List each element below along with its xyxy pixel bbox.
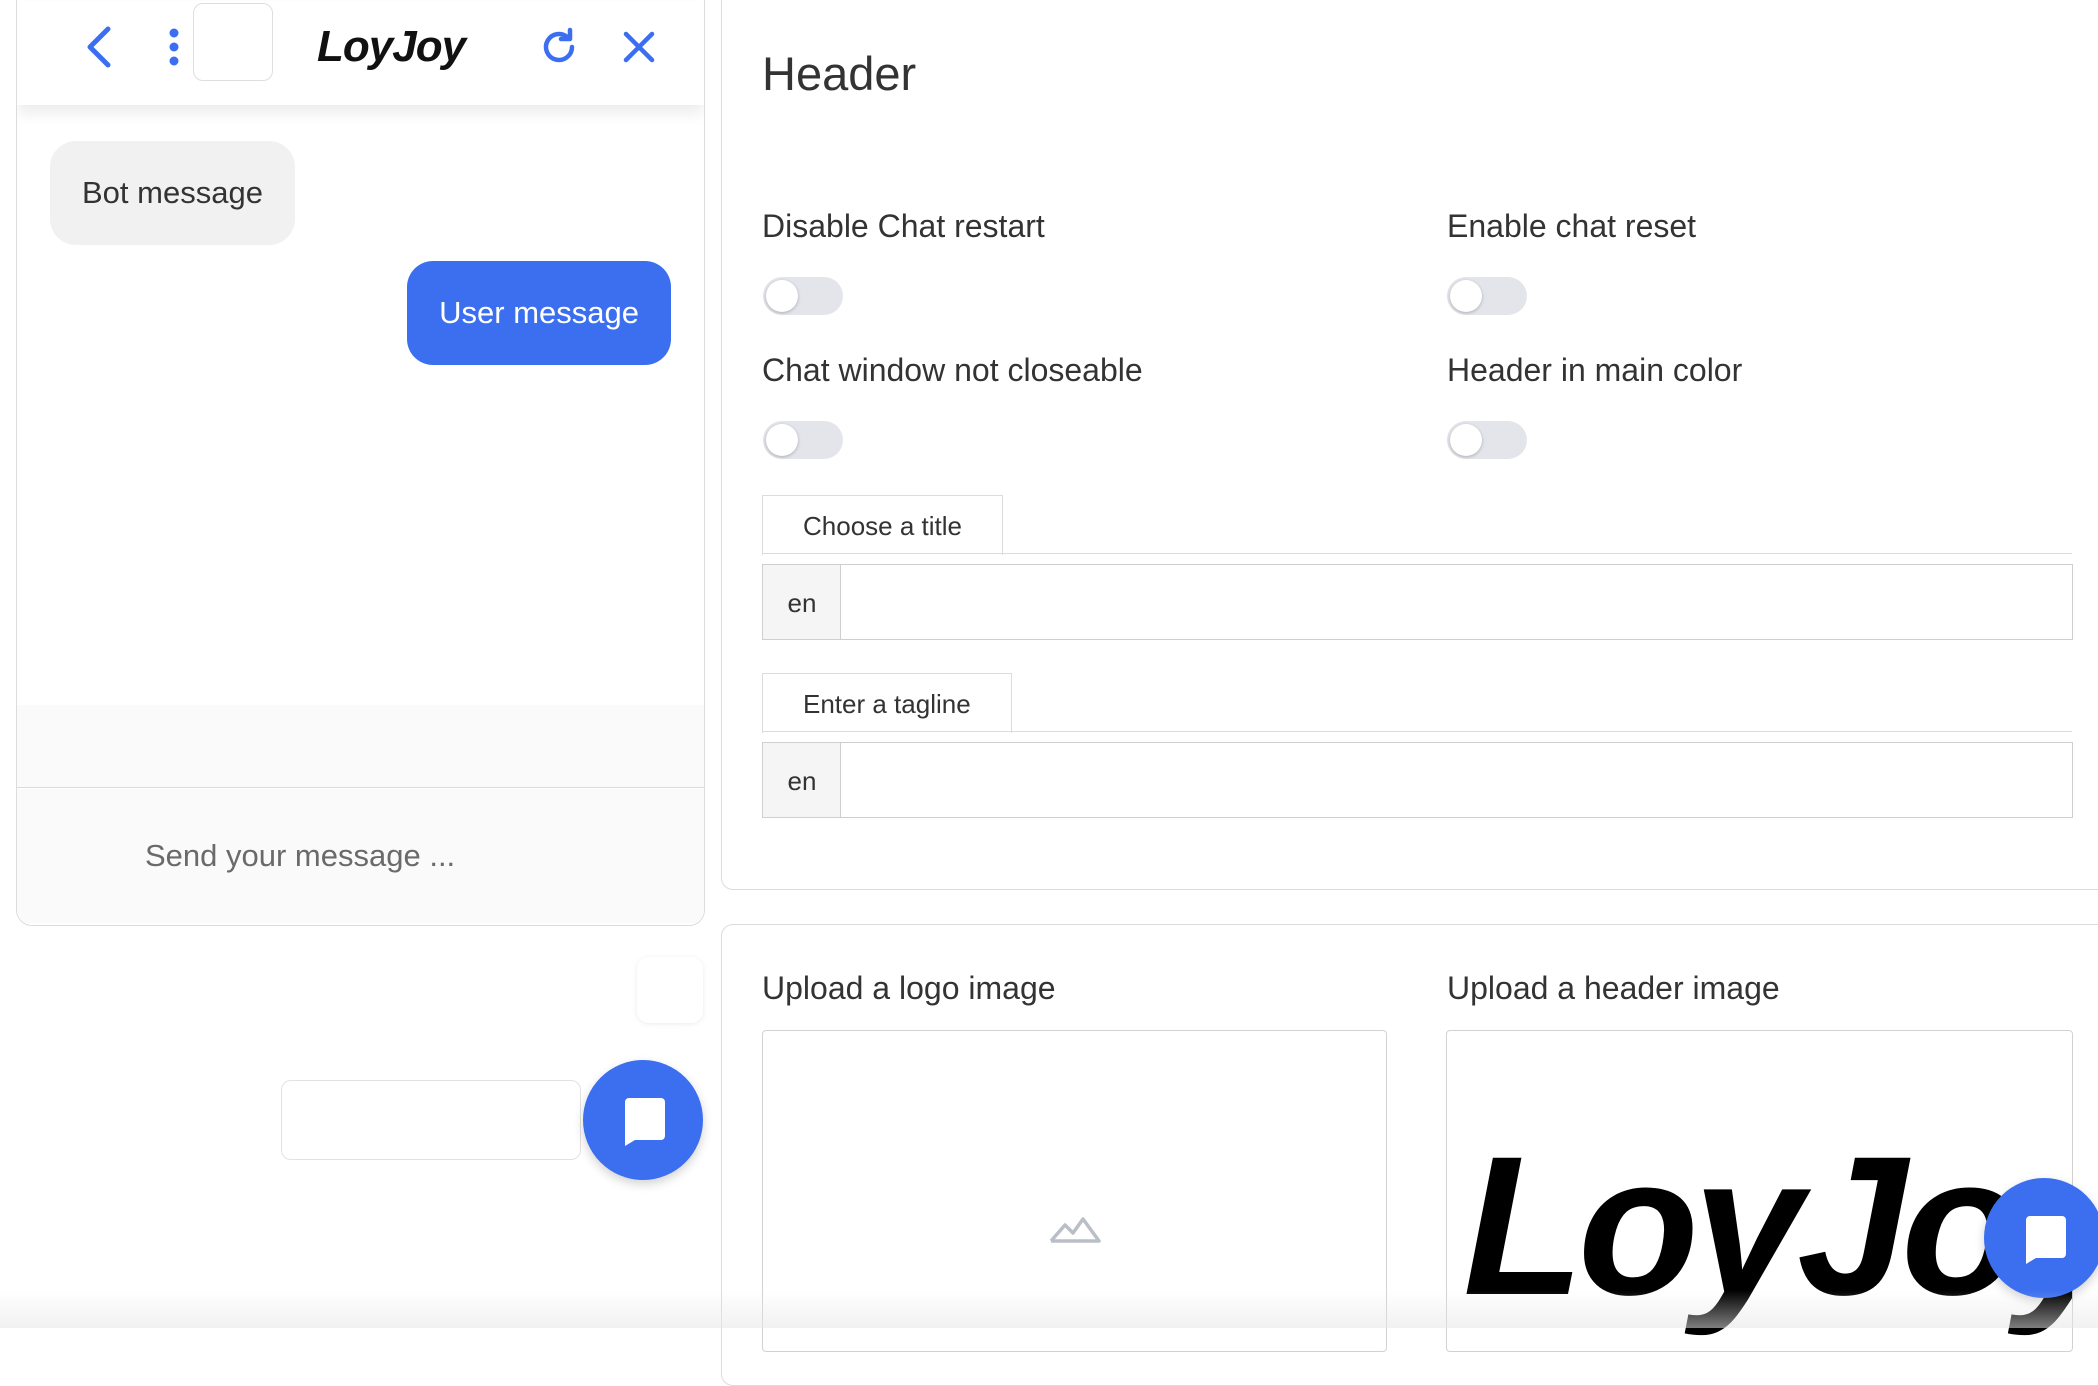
message-input[interactable] xyxy=(17,789,704,923)
image-placeholder-icon xyxy=(1049,1217,1101,1243)
avatar-placeholder xyxy=(193,3,273,81)
disable-chat-restart-toggle[interactable] xyxy=(763,277,843,315)
chat-messages: Bot message User message xyxy=(17,105,704,705)
chat-bubble-icon xyxy=(2026,1216,2066,1264)
close-icon xyxy=(623,31,655,63)
scroll-fade xyxy=(0,1290,2098,1328)
notification-card xyxy=(637,957,703,1023)
chat-not-closeable-label: Chat window not closeable xyxy=(762,352,1143,388)
upload-logo-label: Upload a logo image xyxy=(762,970,1056,1006)
launcher-teaser[interactable] xyxy=(281,1080,581,1160)
upload-header-label: Upload a header image xyxy=(1447,970,1780,1006)
toggle-knob xyxy=(766,424,798,456)
tab-enter-tagline[interactable]: Enter a tagline xyxy=(762,673,1012,733)
quick-replies-area xyxy=(17,705,704,788)
page-title: Header xyxy=(762,47,917,100)
tagline-language-tag: en xyxy=(762,742,842,818)
user-message-bubble: User message xyxy=(407,261,671,365)
restart-button[interactable] xyxy=(529,17,589,77)
back-button[interactable] xyxy=(69,17,129,77)
chat-launcher-button-secondary[interactable] xyxy=(1984,1178,2098,1298)
tab-divider xyxy=(762,553,2072,554)
toggle-knob xyxy=(766,280,798,312)
chat-bubble-icon xyxy=(625,1098,665,1146)
title-input[interactable] xyxy=(840,564,2073,640)
brand-logo: LoyJoy xyxy=(317,22,466,71)
tab-choose-title[interactable]: Choose a title xyxy=(762,495,1003,555)
refresh-icon xyxy=(543,27,575,63)
chat-header: LoyJoy xyxy=(17,1,704,105)
header-main-color-label: Header in main color xyxy=(1447,352,1743,388)
more-vertical-icon xyxy=(169,28,179,66)
toggle-knob xyxy=(1450,424,1482,456)
chat-not-closeable-toggle[interactable] xyxy=(763,421,843,459)
title-language-tag: en xyxy=(762,564,842,640)
close-button[interactable] xyxy=(609,17,669,77)
bot-message-bubble: Bot message xyxy=(50,141,295,245)
chevron-left-icon xyxy=(87,26,111,68)
header-main-color-toggle[interactable] xyxy=(1447,421,1527,459)
chat-preview-window: LoyJoy Bot message User message xyxy=(16,0,705,926)
toggle-knob xyxy=(1450,280,1482,312)
tagline-input[interactable] xyxy=(840,742,2073,818)
enable-chat-reset-label: Enable chat reset xyxy=(1447,208,1697,244)
chat-launcher-button[interactable] xyxy=(583,1060,703,1180)
enable-chat-reset-toggle[interactable] xyxy=(1447,277,1527,315)
tab-divider xyxy=(762,731,2072,732)
disable-chat-restart-label: Disable Chat restart xyxy=(762,208,1045,244)
